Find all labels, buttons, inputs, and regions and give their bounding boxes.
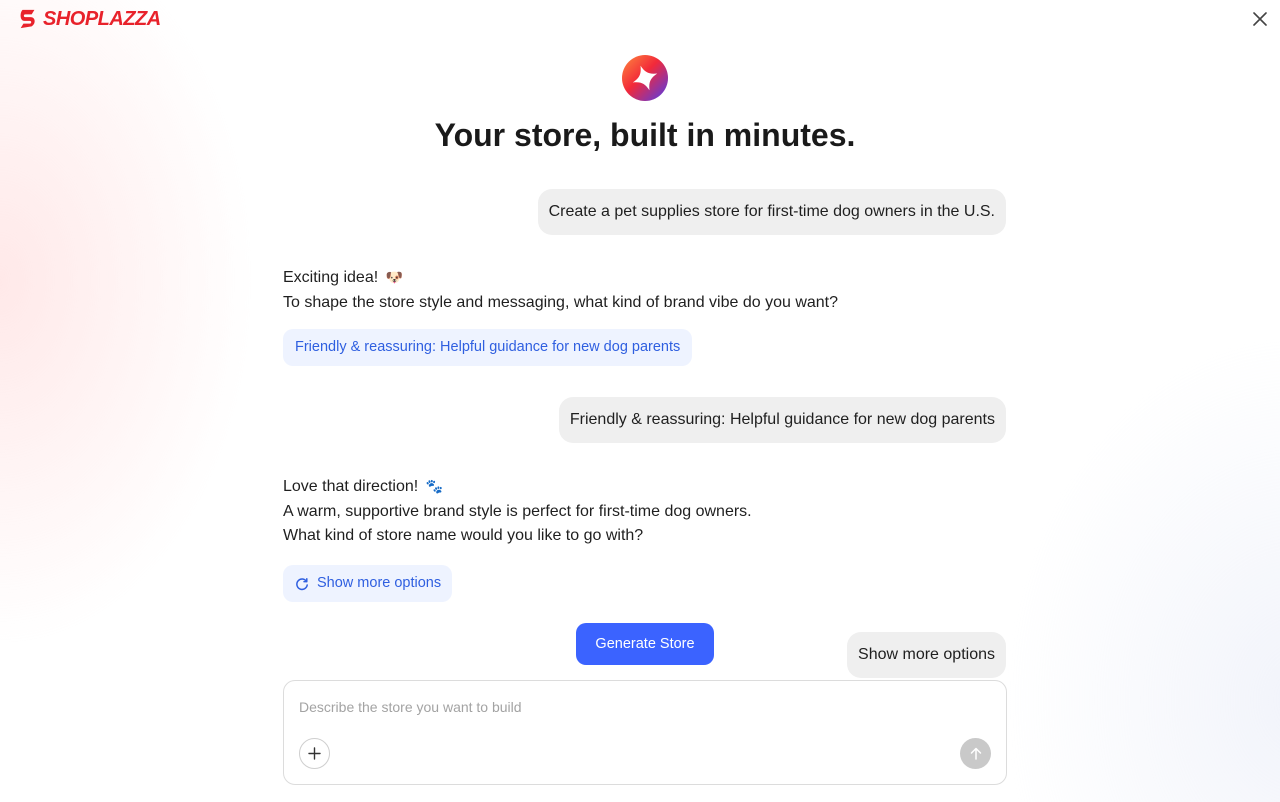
user-message: Show more options bbox=[847, 632, 1006, 678]
brand-name: SHOPLAZZA bbox=[43, 7, 161, 30]
ai-message: Exciting idea! 🐶 To shape the store styl… bbox=[283, 265, 838, 315]
ai-message-line: Love that direction! 🐾 bbox=[283, 478, 444, 495]
page-title: Your store, built in minutes. bbox=[434, 117, 856, 153]
brand-logo[interactable]: SHOPLAZZA bbox=[17, 7, 161, 31]
suggestion-chip[interactable]: Friendly & reassuring: Helpful guidance … bbox=[283, 329, 693, 366]
show-more-options-label: Show more options bbox=[317, 575, 442, 591]
show-more-options-chip[interactable]: Show more options bbox=[283, 565, 453, 602]
user-message: Create a pet supplies store for first-ti… bbox=[537, 189, 1006, 235]
shoplazza-logo-icon bbox=[20, 9, 35, 29]
ai-message-line: Exciting idea! 🐶 bbox=[283, 269, 404, 286]
close-button[interactable] bbox=[1250, 9, 1270, 29]
refresh-icon bbox=[296, 577, 308, 590]
sparkle-star-icon bbox=[622, 55, 668, 101]
paw-emoji: 🐾 bbox=[425, 478, 444, 494]
ai-message-line: To shape the store style and messaging, … bbox=[283, 293, 839, 311]
ai-message-line: A warm, supportive brand style is perfec… bbox=[283, 502, 752, 520]
dog-emoji: 🐶 bbox=[385, 269, 404, 285]
send-button[interactable] bbox=[960, 738, 991, 769]
store-description-input[interactable] bbox=[299, 697, 989, 717]
user-message: Friendly & reassuring: Helpful guidance … bbox=[558, 397, 1006, 443]
plus-icon bbox=[308, 747, 321, 760]
close-icon bbox=[1253, 12, 1267, 26]
attach-button[interactable] bbox=[299, 738, 330, 769]
generate-store-button[interactable]: Generate Store bbox=[576, 623, 714, 665]
ai-message: Love that direction! 🐾 A warm, supportiv… bbox=[283, 474, 752, 549]
ai-message-line: What kind of store name would you like t… bbox=[283, 527, 644, 544]
arrow-up-icon bbox=[970, 747, 981, 760]
composer bbox=[283, 680, 1007, 785]
